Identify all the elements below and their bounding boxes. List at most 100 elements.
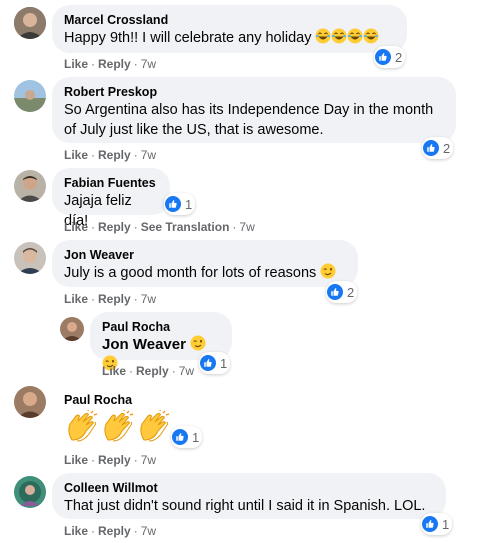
separator: ·	[133, 57, 138, 71]
reaction-count[interactable]: 2	[422, 137, 454, 159]
reply-button[interactable]: Reply	[98, 57, 131, 71]
comment-author[interactable]: Paul Rocha	[64, 392, 132, 408]
like-button[interactable]: Like	[64, 148, 88, 162]
timestamp[interactable]: 7w	[141, 524, 156, 538]
separator: ·	[133, 148, 138, 162]
avatar[interactable]	[14, 476, 46, 508]
reaction-number: 2	[443, 140, 451, 156]
joy-emoji-icon	[331, 28, 347, 44]
comment-author[interactable]: Robert Preskop	[64, 84, 444, 100]
reply-button[interactable]: Reply	[98, 148, 131, 162]
joy-emoji-icon	[315, 28, 331, 44]
separator: ·	[91, 453, 96, 467]
like-button[interactable]: Like	[64, 453, 88, 467]
wink-emoji-icon	[190, 335, 206, 351]
joy-emoji-icon	[363, 28, 379, 44]
like-reaction-icon	[423, 140, 439, 156]
reply-button[interactable]: Reply	[98, 292, 131, 306]
comment-text-line-1: So Argentina also has its Independence D…	[64, 102, 434, 118]
comment-actions: Like · Reply · See Translation · 7w	[64, 219, 255, 235]
joy-emoji-icon	[347, 28, 363, 44]
avatar[interactable]	[14, 170, 46, 202]
comment-author[interactable]: Paul Rocha	[102, 319, 220, 335]
comment-actions: Like · Reply · 7w	[64, 147, 156, 163]
reaction-count[interactable]: 1	[164, 193, 196, 215]
reply-button[interactable]: Reply	[98, 220, 131, 234]
timestamp[interactable]: 7w	[179, 364, 194, 378]
reaction-number: 2	[395, 49, 403, 65]
comment-bubble: Marcel Crossland Happy 9th!! I will cele…	[52, 5, 407, 53]
comment-text-line-2: of July just like the US, that is awesom…	[64, 122, 324, 138]
comment-author[interactable]: Marcel Crossland	[64, 12, 395, 28]
comment-text: That just didn't sound right until I sai…	[64, 498, 426, 514]
timestamp[interactable]: 7w	[141, 57, 156, 71]
comment-author[interactable]: Fabian Fuentes	[64, 175, 158, 191]
comment-bubble: Fabian Fuentes Jajaja feliz día!	[52, 168, 170, 229]
separator: ·	[133, 220, 138, 234]
comment-author[interactable]: Jon Weaver	[64, 247, 346, 263]
reaction-count[interactable]: 1	[171, 426, 203, 448]
separator: ·	[133, 453, 138, 467]
like-reaction-icon	[165, 196, 181, 212]
timestamp[interactable]: 7w	[239, 220, 254, 234]
comment-bubble: Jon Weaver July is a good month for lots…	[52, 240, 358, 287]
like-button[interactable]: Like	[64, 57, 88, 71]
reply-button[interactable]: Reply	[98, 524, 131, 538]
like-button[interactable]: Like	[64, 220, 88, 234]
comment-text-content: July is a good month for lots of reasons	[64, 265, 317, 281]
reply-button[interactable]: Reply	[98, 453, 131, 467]
clapping-hands-emoji-icon	[100, 410, 136, 446]
clapping-emojis	[64, 410, 172, 446]
comment-actions: Like · Reply · 7w	[64, 452, 156, 468]
avatar[interactable]	[14, 7, 46, 39]
reaction-number: 2	[347, 284, 355, 300]
timestamp[interactable]: 7w	[141, 292, 156, 306]
comment-author[interactable]: Colleen Willmot	[64, 480, 434, 496]
avatar[interactable]	[14, 80, 46, 112]
like-button[interactable]: Like	[64, 524, 88, 538]
separator: ·	[91, 57, 96, 71]
separator: ·	[133, 292, 138, 306]
reply-button[interactable]: Reply	[136, 364, 169, 378]
avatar[interactable]	[60, 317, 84, 341]
wink-emoji-icon	[320, 263, 336, 279]
like-reaction-icon	[172, 429, 188, 445]
clapping-hands-emoji-icon	[64, 410, 100, 446]
like-button[interactable]: Like	[102, 364, 126, 378]
reaction-number: 1	[442, 516, 450, 532]
separator: ·	[91, 292, 96, 306]
comment-actions: Like · Reply · 7w	[64, 56, 156, 72]
like-button[interactable]: Like	[64, 292, 88, 306]
comment-actions: Like · Reply · 7w	[64, 291, 156, 307]
like-reaction-icon	[375, 49, 391, 65]
separator: ·	[232, 220, 237, 234]
comment-text: July is a good month for lots of reasons	[64, 263, 346, 283]
mention-link[interactable]: Jon Weaver	[102, 336, 186, 353]
reaction-number: 1	[185, 196, 193, 212]
timestamp[interactable]: 7w	[141, 148, 156, 162]
see-translation-link[interactable]: See Translation	[141, 220, 230, 234]
comment-actions: Like · Reply · 7w	[102, 363, 194, 379]
comment-actions: Like · Reply · 7w	[64, 523, 156, 539]
reaction-count[interactable]: 2	[374, 46, 406, 68]
comment-bubble: Robert Preskop So Argentina also has its…	[52, 77, 456, 143]
avatar[interactable]	[14, 242, 46, 274]
separator: ·	[129, 364, 134, 378]
avatar[interactable]	[14, 386, 46, 418]
clapping-hands-emoji-icon	[136, 410, 172, 446]
reaction-count[interactable]: 1	[421, 513, 453, 535]
separator: ·	[133, 524, 138, 538]
reaction-count[interactable]: 1	[199, 352, 231, 374]
like-reaction-icon	[200, 355, 216, 371]
separator: ·	[91, 524, 96, 538]
like-reaction-icon	[422, 516, 438, 532]
separator: ·	[171, 364, 176, 378]
reaction-number: 1	[220, 355, 228, 371]
comment-text-content: Happy 9th!! I will celebrate any holiday	[64, 30, 312, 46]
timestamp[interactable]: 7w	[141, 453, 156, 467]
comment-bubble: Colleen Willmot That just didn't sound r…	[52, 473, 446, 519]
separator: ·	[91, 220, 96, 234]
separator: ·	[91, 148, 96, 162]
reaction-count[interactable]: 2	[326, 281, 358, 303]
comment-text: Happy 9th!! I will celebrate any holiday	[64, 28, 395, 48]
